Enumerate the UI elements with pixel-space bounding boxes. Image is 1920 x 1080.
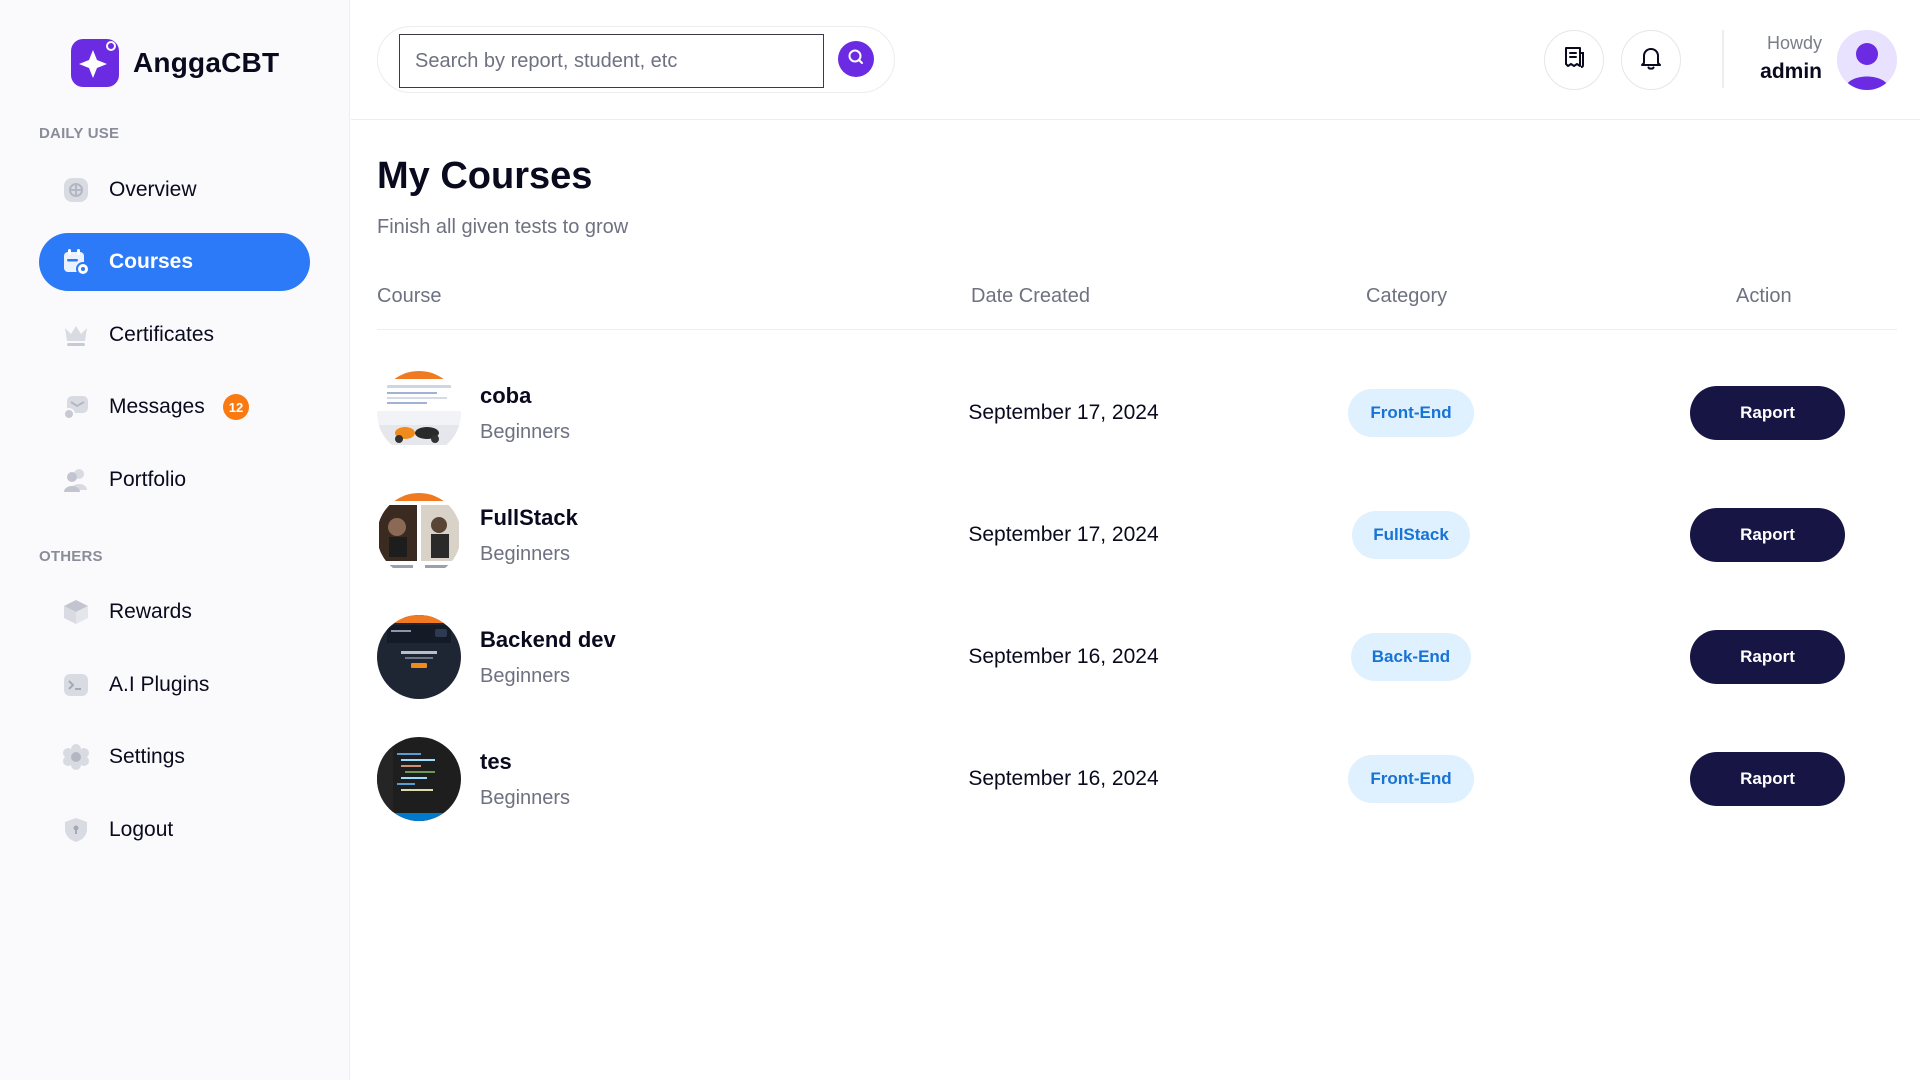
course-name: coba [480, 383, 532, 408]
sidebar-item-portfolio[interactable]: Portfolio [39, 451, 310, 509]
course-date: September 16, 2024 [968, 645, 1159, 668]
search-bar [377, 26, 895, 93]
brand[interactable]: AnggaCBT [71, 39, 279, 87]
sidebar-item-messages[interactable]: Messages 12 [39, 378, 310, 436]
course-name: Backend dev [480, 627, 616, 652]
user-greeting: Howdy admin [1760, 33, 1822, 84]
topbar-divider [1722, 30, 1724, 88]
topbar: Howdy admin [351, 0, 1920, 120]
sidebar-item-settings[interactable]: Settings [39, 728, 310, 786]
sidebar-item-label: Overview [109, 178, 197, 201]
course-date: September 17, 2024 [968, 523, 1159, 546]
sidebar-item-label: Certificates [109, 323, 215, 346]
sidebar-item-ai-plugins[interactable]: A.I Plugins [39, 656, 310, 714]
page-title: My Courses [377, 155, 593, 197]
column-header-action: Action [1736, 285, 1792, 307]
course-date: September 16, 2024 [968, 767, 1159, 790]
brand-name: AnggaCBT [133, 47, 280, 78]
users-icon [61, 465, 91, 495]
course-level: Beginners [480, 665, 571, 687]
sidebar-item-label: Courses [109, 250, 194, 273]
category-badge: Back-End [1351, 633, 1471, 681]
table-header: Course Date Created Category Action [377, 285, 1897, 330]
table-row: Backend dev Beginners September 16, 2024… [377, 615, 1897, 699]
table-row: tes Beginners September 16, 2024 Front-E… [377, 737, 1897, 821]
message-icon [61, 392, 91, 422]
course-thumbnail [377, 371, 461, 455]
username: admin [1760, 60, 1822, 83]
raport-button[interactable]: Raport [1690, 508, 1845, 562]
column-header-course: Course [377, 285, 442, 307]
column-header-date: Date Created [971, 285, 1090, 307]
course-thumbnail [377, 493, 461, 577]
unread-count-badge: 12 [222, 394, 250, 420]
course-name: tes [480, 749, 512, 774]
search-button[interactable] [838, 41, 874, 77]
course-thumbnail [377, 615, 461, 699]
receipt-icon [1561, 45, 1587, 76]
raport-button[interactable]: Raport [1690, 752, 1845, 806]
terminal-icon [61, 670, 91, 700]
search-icon [847, 48, 865, 71]
box-icon [61, 597, 91, 627]
category-badge: FullStack [1352, 511, 1470, 559]
raport-button[interactable]: Raport [1690, 386, 1845, 440]
notifications-button[interactable] [1621, 30, 1681, 90]
sidebar-item-rewards[interactable]: Rewards [39, 583, 310, 641]
sidebar-item-label: Logout [109, 818, 174, 841]
sidebar-item-label: Rewards [109, 600, 192, 623]
crown-icon [61, 320, 91, 350]
course-level: Beginners [480, 787, 571, 809]
section-label-daily-use: DAILY USE [39, 125, 120, 142]
table-row: coba Beginners September 17, 2024 Front-… [377, 371, 1897, 455]
course-date: September 17, 2024 [968, 401, 1159, 424]
sidebar-item-label: Portfolio [109, 468, 187, 491]
sidebar-item-label: Messages [109, 395, 205, 418]
category-badge: Front-End [1348, 389, 1474, 437]
raport-button[interactable]: Raport [1690, 630, 1845, 684]
sidebar-item-label: A.I Plugins [109, 673, 210, 696]
calendar-icon [61, 247, 91, 277]
reports-button[interactable] [1544, 30, 1604, 90]
column-header-category: Category [1366, 285, 1448, 307]
sidebar-item-overview[interactable]: Overview [39, 161, 310, 219]
course-name: FullStack [480, 505, 578, 530]
avatar[interactable] [1837, 30, 1897, 90]
overview-icon [61, 175, 91, 205]
sidebar-item-courses[interactable]: Courses [39, 233, 310, 291]
sidebar-item-certificates[interactable]: Certificates [39, 306, 310, 364]
search-input[interactable] [399, 34, 824, 88]
gear-icon [61, 742, 91, 772]
category-badge: Front-End [1348, 755, 1474, 803]
bell-icon [1639, 45, 1663, 76]
sidebar-item-label: Settings [109, 745, 185, 768]
section-label-others: OTHERS [39, 548, 103, 565]
page-subtitle: Finish all given tests to grow [377, 216, 629, 238]
course-level: Beginners [480, 543, 571, 565]
brand-logo-icon [71, 39, 119, 87]
course-thumbnail [377, 737, 461, 821]
sidebar: AnggaCBT DAILY USE Overview Courses Cert… [0, 0, 350, 1080]
shield-icon [61, 815, 91, 845]
sidebar-item-logout[interactable]: Logout [39, 801, 310, 859]
greeting-text: Howdy [1766, 33, 1822, 53]
course-level: Beginners [480, 421, 571, 443]
table-row: FullStack Beginners September 17, 2024 F… [377, 493, 1897, 577]
